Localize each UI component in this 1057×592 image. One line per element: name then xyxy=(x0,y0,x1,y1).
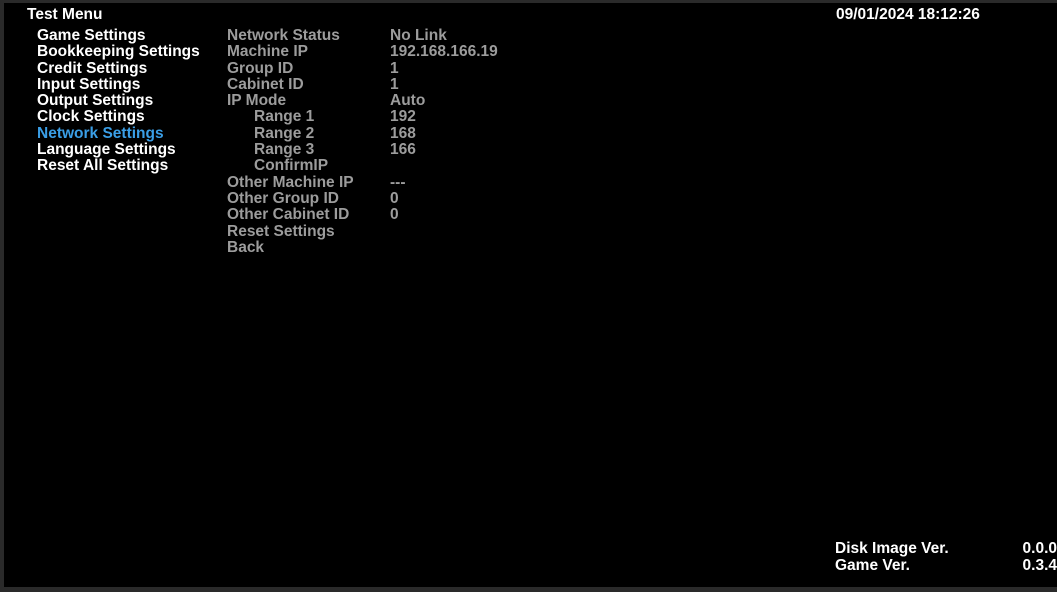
setting-label: ConfirmIP xyxy=(254,157,329,175)
setting-label: Other Machine IP xyxy=(227,173,354,191)
setting-label: Machine IP xyxy=(227,43,308,61)
setting-label: Back xyxy=(227,238,265,256)
menu-item-credit-settings[interactable]: Credit Settings xyxy=(37,60,200,77)
game-version-row: Game Ver. 0.3.4 xyxy=(835,557,1057,575)
settings-menu: Game Settings Bookkeeping Settings Credi… xyxy=(37,27,200,175)
setting-label: Other Group ID xyxy=(227,189,339,207)
setting-value: 1 xyxy=(390,75,399,93)
setting-label: Reset Settings xyxy=(227,222,335,240)
version-info: Disk Image Ver. 0.0.0 Game Ver. 0.3.4 xyxy=(835,540,1057,575)
setting-label: Group ID xyxy=(227,59,294,77)
setting-label: Range 2 xyxy=(254,124,315,142)
menu-item-game-settings[interactable]: Game Settings xyxy=(37,27,200,44)
game-version-value: 0.3.4 xyxy=(1022,557,1057,574)
page-title: Test Menu xyxy=(27,6,103,23)
setting-value: Auto xyxy=(390,92,426,110)
menu-item-reset-all-settings[interactable]: Reset All Settings xyxy=(37,158,200,175)
menu-item-input-settings[interactable]: Input Settings xyxy=(37,76,200,93)
menu-item-bookkeeping-settings[interactable]: Bookkeeping Settings xyxy=(37,43,200,60)
setting-value: 1 xyxy=(390,59,399,77)
setting-label: IP Mode xyxy=(227,92,287,110)
setting-label: Range 3 xyxy=(254,141,315,159)
setting-value: 168 xyxy=(390,124,416,142)
menu-item-clock-settings[interactable]: Clock Settings xyxy=(37,109,200,126)
game-version-label: Game Ver. xyxy=(835,557,910,574)
setting-label: Other Cabinet ID xyxy=(227,206,350,224)
setting-label: Cabinet ID xyxy=(227,75,304,93)
menu-item-language-settings[interactable]: Language Settings xyxy=(37,141,200,158)
setting-label: Range 1 xyxy=(254,108,315,126)
test-menu-screen: Test Menu 09/01/2024 18:12:26 Game Setti… xyxy=(4,3,1057,587)
setting-value: 192.168.166.19 xyxy=(390,43,498,61)
disk-image-version-label: Disk Image Ver. xyxy=(835,540,949,557)
disk-image-version-value: 0.0.0 xyxy=(1022,540,1057,557)
disk-image-version-row: Disk Image Ver. 0.0.0 xyxy=(835,540,1057,558)
menu-item-output-settings[interactable]: Output Settings xyxy=(37,92,200,109)
setting-value: 0 xyxy=(390,189,399,207)
datetime-display: 09/01/2024 18:12:26 xyxy=(836,6,980,23)
setting-value: 192 xyxy=(390,108,416,126)
menu-item-network-settings[interactable]: Network Settings xyxy=(37,125,200,142)
setting-value: No Link xyxy=(390,27,447,44)
setting-value: 0 xyxy=(390,206,399,224)
setting-value: 166 xyxy=(390,141,416,159)
setting-value: --- xyxy=(390,173,406,191)
setting-label: Network Status xyxy=(227,27,340,44)
